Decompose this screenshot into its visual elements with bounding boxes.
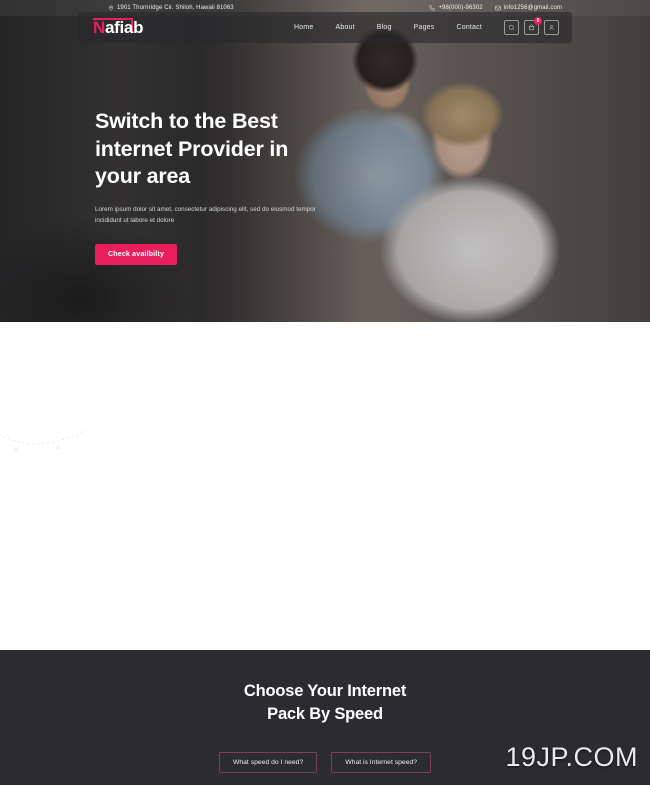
nav-links: Home About Blog Pages Contact — [294, 24, 482, 31]
cart-icon — [528, 24, 535, 31]
nav-item-home[interactable]: Home — [294, 24, 313, 31]
hero-content: Switch to the Best internet Provider in … — [95, 108, 350, 265]
hero-title: Switch to the Best internet Provider in … — [95, 108, 350, 191]
cart-count-badge: 0 — [534, 17, 542, 25]
topbar-email[interactable]: info1256@gmail.com — [494, 5, 562, 11]
cart-button[interactable]: 0 — [524, 17, 542, 35]
search-button[interactable] — [504, 20, 519, 35]
logo-text: Nafiab — [91, 19, 143, 36]
pricing-title-line-2: Pack By Speed — [267, 705, 383, 724]
account-button[interactable] — [544, 20, 559, 35]
topbar-phone-text: +98(000)-96302 — [438, 5, 483, 11]
hero-title-line-2: internet Provider in — [95, 136, 289, 161]
hero-section: 1901 Thornridge Cir. Shiloh, Hawaii 8106… — [0, 0, 650, 322]
decorative-dotted-arc — [0, 427, 91, 452]
nav-item-blog[interactable]: Blog — [377, 24, 392, 31]
phone-icon — [429, 5, 436, 11]
logo-rest: afiab — [104, 18, 144, 37]
nav-item-pages[interactable]: Pages — [414, 24, 435, 31]
hero-title-line-3: your area — [95, 164, 191, 189]
hero-subtitle: Lorem ipsum dolor sit amet, consectetur … — [95, 205, 316, 225]
search-icon — [508, 24, 514, 30]
topbar-address-group: 1901 Thornridge Cir. Shiloh, Hawaii 8106… — [108, 5, 234, 11]
topbar-email-text: info1256@gmail.com — [503, 5, 562, 11]
envelope-icon — [494, 5, 501, 11]
site-watermark: 19JP.COM — [505, 742, 638, 772]
nav-item-contact[interactable]: Contact — [456, 24, 482, 31]
logo-initial: N — [93, 18, 105, 37]
map-pin-icon — [108, 5, 114, 11]
pricing-title-line-1: Choose Your Internet — [243, 682, 407, 700]
site-logo[interactable]: Nafiab — [91, 17, 143, 39]
about-section: Live Sport and TV-shows for best friends… — [0, 322, 650, 785]
nav-icon-group: 0 — [504, 17, 559, 35]
hero-title-line-1: Switch to the Best — [95, 109, 278, 133]
what-speed-do-i-need-button[interactable]: What speed do I need? — [218, 752, 318, 773]
pricing-title: Choose Your Internet Pack By Speed — [0, 680, 650, 726]
main-navbar: Nafiab Home About Blog Pages Contact 0 — [78, 12, 572, 43]
topbar-phone[interactable]: +98(000)-96302 — [429, 5, 483, 11]
topbar-contact-group: +98(000)-96302 info1256@gmail.com — [429, 5, 562, 11]
check-availability-button[interactable]: Check availbilty — [95, 243, 178, 265]
what-is-internet-speed-button[interactable]: What is Internet speed? — [331, 752, 432, 773]
topbar-address-text: 1901 Thornridge Cir. Shiloh, Hawaii 8106… — [117, 5, 234, 11]
nav-item-about[interactable]: About — [336, 24, 355, 31]
page-root: 1901 Thornridge Cir. Shiloh, Hawaii 8106… — [0, 0, 650, 785]
user-icon — [549, 25, 554, 30]
pricing-section: Choose Your Internet Pack By Speed What … — [0, 650, 650, 785]
